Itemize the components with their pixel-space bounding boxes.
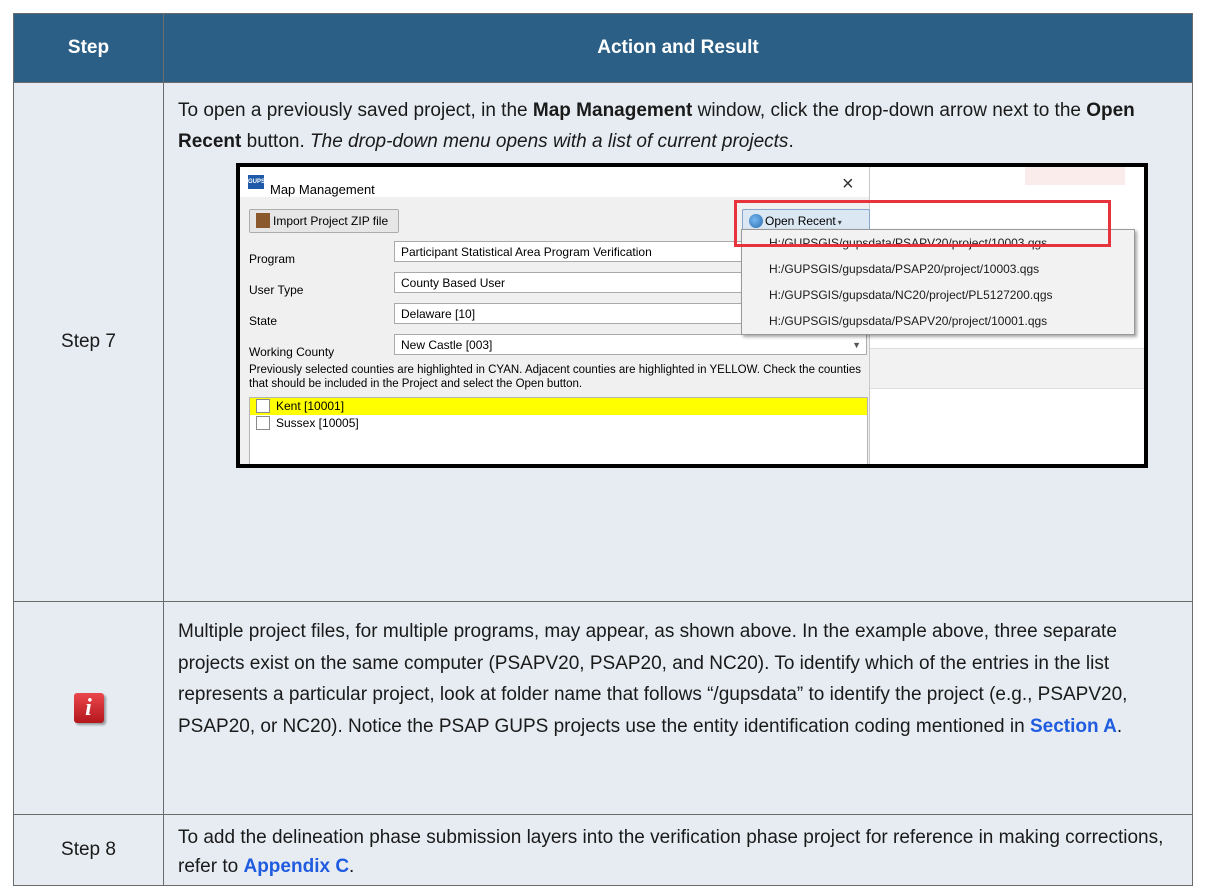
recent-project-item[interactable]: H:/GUPSGIS/gupsdata/NC20/project/PL51272… — [742, 282, 1134, 308]
text-run: . — [349, 856, 355, 877]
checkbox[interactable] — [256, 398, 270, 413]
instruction-table: Step Action and Result Step 7 To open a … — [13, 13, 1193, 886]
callout-highlight-box — [734, 200, 1111, 247]
appendix-c-link[interactable]: Appendix C — [243, 856, 349, 877]
import-project-zip-button[interactable]: Import Project ZIP file — [249, 209, 399, 233]
text-run: . — [1116, 715, 1123, 737]
window-title: Map Management — [270, 182, 375, 197]
gups-app-icon: GUPS — [248, 175, 265, 189]
background-panel-bar — [870, 348, 1144, 389]
map-management-screenshot: GUPS Map Management × Import Project ZIP… — [236, 163, 1148, 468]
step-label: Step 8 — [13, 814, 164, 886]
italic-result: The drop-down menu opens with a list of … — [310, 131, 789, 152]
step-content: To open a previously saved project, in t… — [163, 82, 1193, 602]
step-content: To add the delineation phase submission … — [163, 814, 1193, 886]
county-name: Kent [10001] — [276, 399, 345, 413]
header-step: Step — [13, 13, 164, 83]
working-county-value: New Castle [003] — [401, 338, 493, 352]
checkbox[interactable] — [256, 415, 270, 430]
dropdown-arrow-icon[interactable]: ▼ — [852, 335, 861, 356]
step-label: Step 7 — [13, 82, 164, 602]
close-icon[interactable]: × — [842, 169, 854, 200]
background-toolbar-fragment — [1025, 167, 1125, 185]
state-label: State — [249, 314, 278, 328]
user-type-label: User Type — [249, 283, 304, 297]
recent-project-item[interactable]: H:/GUPSGIS/gupsdata/PSAP20/project/10003… — [742, 256, 1134, 282]
working-county-select[interactable]: New Castle [003] ▼ — [394, 334, 867, 355]
county-list: Kent [10001] Sussex [10005] — [249, 397, 868, 464]
bold-term: Map Management — [532, 100, 693, 121]
import-button-label: Import Project ZIP file — [273, 214, 389, 228]
program-value: Participant Statistical Area Program Ver… — [401, 245, 652, 259]
user-type-value: County Based User — [401, 276, 506, 290]
table-row: Step 7 To open a previously saved projec… — [13, 82, 1193, 602]
text-run: To open a previously saved project, in t… — [178, 100, 533, 121]
info-content: Multiple project files, for multiple pro… — [163, 601, 1193, 815]
recent-project-item[interactable]: H:/GUPSGIS/gupsdata/PSAPV20/project/1000… — [742, 308, 1134, 334]
header-row: Step Action and Result — [13, 13, 1193, 83]
list-item[interactable]: Sussex [10005] — [250, 415, 867, 432]
title-bar: GUPS Map Management × — [240, 167, 869, 197]
text-run: . — [788, 131, 794, 152]
header-action: Action and Result — [163, 13, 1193, 83]
text-run: Multiple project files, for multiple pro… — [178, 621, 1128, 737]
text-run: button. — [241, 131, 311, 152]
state-value: Delaware [10] — [401, 307, 476, 321]
county-name: Sussex [10005] — [276, 416, 359, 430]
info-cell: i — [13, 601, 164, 815]
instruction-paragraph: To open a previously saved project, in t… — [178, 95, 1178, 157]
info-icon: i — [73, 693, 104, 723]
program-label: Program — [249, 252, 296, 266]
county-instructions-note: Previously selected counties are highlig… — [249, 364, 861, 390]
section-a-link[interactable]: Section A — [1030, 716, 1117, 737]
text-run: window, click the drop-down arrow next t… — [692, 100, 1087, 121]
table-row: i Multiple project files, for multiple p… — [13, 601, 1193, 815]
list-item[interactable]: Kent [10001] — [250, 398, 867, 415]
import-icon — [256, 213, 270, 229]
table-row: Step 8 To add the delineation phase subm… — [13, 814, 1193, 886]
